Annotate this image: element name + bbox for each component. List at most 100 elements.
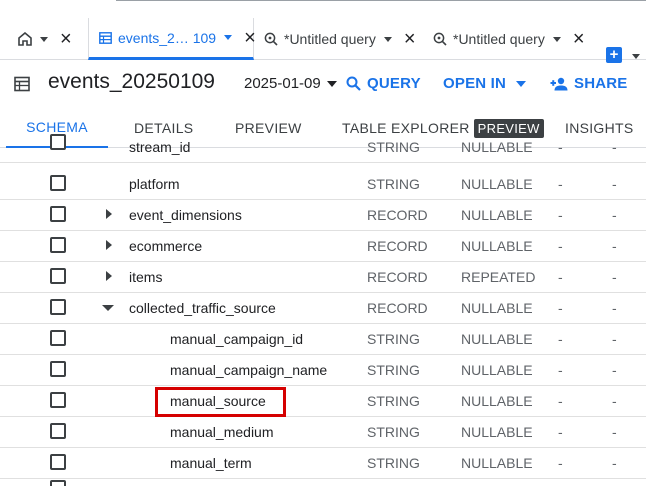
table-row: ecommerce RECORD NULLABLE - - (0, 231, 646, 262)
field-name: items (129, 269, 163, 285)
tab-untitled-query-2[interactable]: *Untitled query × (433, 18, 593, 60)
share-button[interactable]: SHARE (550, 75, 628, 92)
field-mode: NULLABLE (461, 393, 533, 409)
field-type: STRING (367, 331, 420, 347)
field-mode: REPEATED (461, 269, 536, 285)
preview-badge: PREVIEW (473, 118, 544, 138)
table-row: manual_term STRING NULLABLE - - (0, 448, 646, 479)
field-description: - (612, 362, 617, 378)
chevron-down-icon[interactable] (552, 36, 561, 42)
field-policy-tags: - (558, 455, 563, 471)
field-description: - (612, 139, 617, 155)
tab-table-explorer-label: TABLE EXPLORER (342, 120, 470, 136)
field-mode: NULLABLE (461, 139, 533, 155)
chevron-right-icon[interactable] (106, 271, 112, 281)
tab-label: *Untitled query (453, 31, 545, 47)
table-row: manual_medium STRING NULLABLE - - (0, 417, 646, 448)
query-button[interactable]: QUERY (346, 75, 421, 92)
field-name: stream_id (129, 139, 191, 155)
field-mode: NULLABLE (461, 238, 533, 254)
field-name: platform (129, 176, 180, 192)
chevron-down-icon[interactable] (383, 36, 392, 42)
query-button-label: QUERY (367, 75, 421, 92)
tab-home[interactable]: × (8, 18, 86, 60)
home-icon (18, 32, 32, 46)
field-mode: NULLABLE (461, 331, 533, 347)
field-mode: NULLABLE (461, 362, 533, 378)
field-policy-tags: - (558, 393, 563, 409)
table-row: manual_source STRING NULLABLE - - (0, 386, 646, 417)
close-icon[interactable]: × (60, 29, 72, 49)
field-description: - (612, 455, 617, 471)
field-policy-tags: - (558, 424, 563, 440)
tab-details-label: DETAILS (134, 120, 194, 136)
tab-untitled-query-1[interactable]: *Untitled query × (264, 18, 424, 60)
close-icon[interactable]: × (573, 29, 585, 49)
field-mode: NULLABLE (461, 424, 533, 440)
tab-events-table[interactable]: events_2… 109 × (88, 18, 256, 60)
field-type: RECORD (367, 207, 428, 223)
chevron-down-icon[interactable] (102, 305, 114, 311)
highlight-box (155, 387, 286, 417)
table-icon (99, 31, 112, 44)
table-icon (14, 76, 30, 97)
field-mode: NULLABLE (461, 455, 533, 471)
field-mode: NULLABLE (461, 176, 533, 192)
top-rule (116, 0, 646, 1)
field-type: STRING (367, 393, 420, 409)
field-description: - (612, 176, 617, 192)
open-in-button[interactable]: OPEN IN (443, 75, 527, 92)
field-description: - (612, 331, 617, 347)
chevron-down-icon[interactable] (632, 54, 640, 59)
field-type: STRING (367, 139, 420, 155)
row-checkbox[interactable] (50, 423, 66, 439)
field-name: ecommerce (129, 238, 203, 254)
date-label: 2025-01-09 (244, 75, 321, 92)
row-checkbox[interactable] (50, 330, 66, 346)
row-checkbox[interactable] (50, 454, 66, 470)
field-description: - (612, 393, 617, 409)
field-policy-tags: - (558, 207, 563, 223)
date-selector[interactable]: 2025-01-09 (244, 75, 337, 92)
row-checkbox[interactable] (50, 206, 66, 222)
row-checkbox[interactable] (50, 299, 66, 315)
close-icon[interactable]: × (404, 29, 416, 49)
share-button-label: SHARE (574, 75, 628, 92)
tab-schema-label: SCHEMA (26, 119, 88, 135)
field-policy-tags: - (558, 300, 563, 316)
table-row: items RECORD REPEATED - - (0, 262, 646, 293)
query-icon (264, 32, 278, 46)
search-icon (346, 76, 361, 91)
tab-preview-label: PREVIEW (235, 120, 302, 136)
chevron-down-icon[interactable] (224, 35, 233, 40)
table-row: event_dimensions RECORD NULLABLE - - (0, 200, 646, 231)
field-type: STRING (367, 176, 420, 192)
chevron-down-icon[interactable] (40, 36, 48, 42)
chevron-right-icon[interactable] (106, 240, 112, 250)
row-checkbox[interactable] (50, 392, 66, 408)
field-name: manual_medium (170, 424, 274, 440)
tab-label: events_2… 109 (118, 29, 217, 46)
field-type: STRING (367, 424, 420, 440)
table-row: collected_traffic_source RECORD NULLABLE… (0, 293, 646, 324)
field-name: manual_campaign_id (170, 331, 304, 347)
row-checkbox[interactable] (50, 237, 66, 253)
table-row: manual_campaign_name STRING NULLABLE - - (0, 355, 646, 386)
chevron-right-icon[interactable] (106, 209, 112, 219)
row-checkbox[interactable] (50, 175, 66, 191)
row-checkbox[interactable] (50, 134, 66, 150)
row-checkbox[interactable] (50, 361, 66, 377)
table-row: stream_id STRING NULLABLE - - (0, 134, 646, 163)
field-policy-tags: - (558, 362, 563, 378)
field-type: STRING (367, 455, 420, 471)
field-description: - (612, 238, 617, 254)
row-checkbox[interactable] (50, 268, 66, 284)
field-description: - (612, 424, 617, 440)
row-checkbox[interactable] (50, 480, 66, 486)
field-type: RECORD (367, 269, 428, 285)
field-name: event_dimensions (129, 207, 242, 223)
close-icon[interactable]: × (244, 28, 256, 48)
field-policy-tags: - (558, 269, 563, 285)
table-row: manual_campaign_id STRING NULLABLE - - (0, 324, 646, 355)
field-policy-tags: - (558, 176, 563, 192)
